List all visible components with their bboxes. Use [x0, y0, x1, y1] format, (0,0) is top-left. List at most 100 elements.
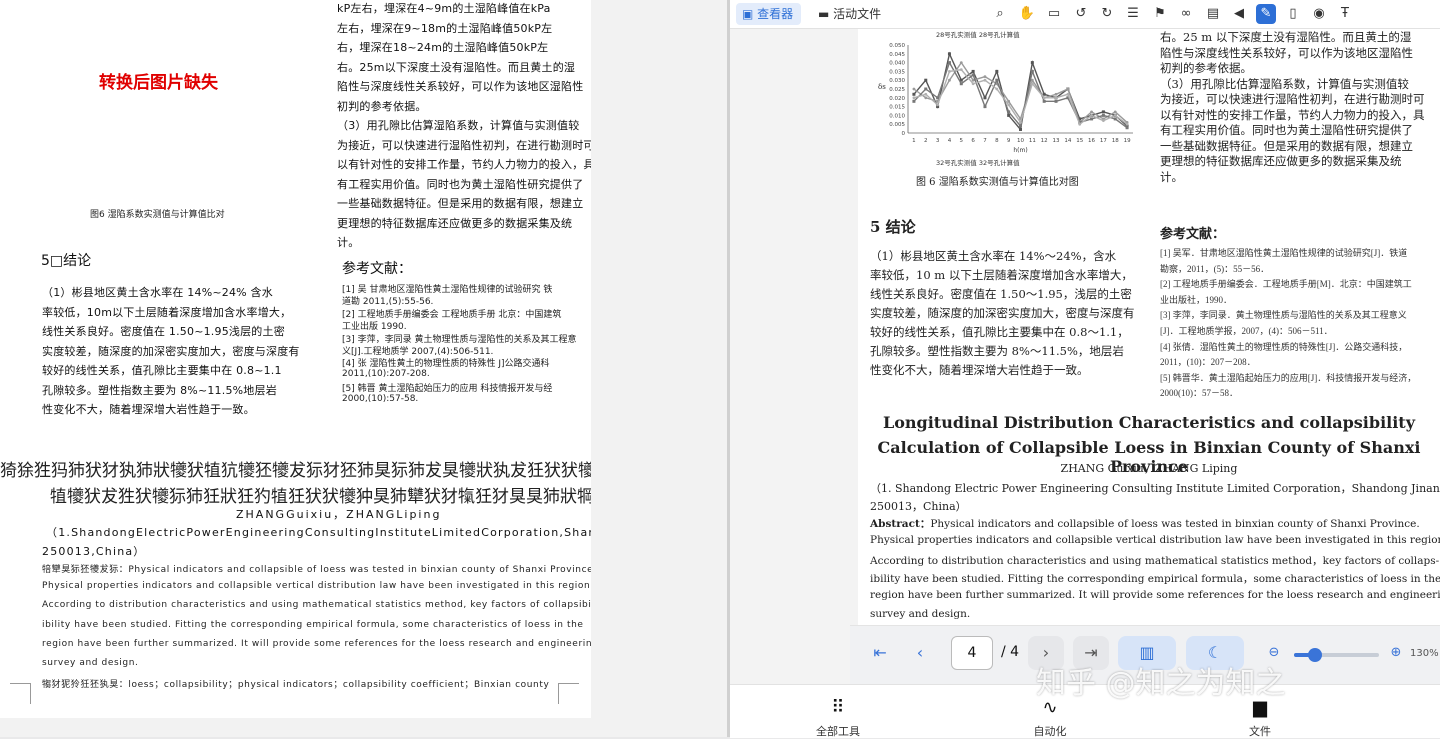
abstract-text: survey and design. — [870, 607, 971, 620]
data-point — [912, 87, 916, 91]
text-line: 性变化不大，随着埋深增大岩性趋于一致。 — [42, 403, 255, 416]
y-tick-label: 0.005 — [889, 122, 905, 128]
y-tick-label: 0.040 — [889, 61, 905, 67]
tab-active-file[interactable]: ▬ 活动文件 — [812, 3, 889, 25]
text-line: （1）彬县地区黄土含水率在 14%～24%，含水 — [870, 249, 1117, 263]
text-format-icon[interactable]: Ŧ — [1335, 4, 1355, 24]
data-point — [995, 87, 999, 91]
zoom-slider[interactable] — [1294, 648, 1379, 662]
reference-line: [4] 张倩．湿陷性黄土的物理性质的特殊性[J]．公路交通科技， — [1160, 341, 1408, 352]
list-icon[interactable]: ☰ — [1123, 4, 1143, 24]
abstract-text: Physical properties indicators and colla… — [870, 534, 1440, 547]
first-page-button[interactable]: ⇤ — [862, 636, 898, 670]
data-point — [971, 82, 975, 86]
text-line: kP左右，埋深在4~9m的土湿陷峰值在kPa — [337, 2, 551, 15]
abstract-line: ibility have been studied. Fitting the c… — [870, 571, 1440, 586]
hand-icon[interactable]: ✋ — [1017, 4, 1037, 24]
x-tick-label: 18 — [1112, 138, 1119, 144]
reference-line: [1] 吴军．甘肃地区湿陷性黄土湿陷性规律的试验研究[J]．铁道 — [1160, 248, 1408, 258]
missing-image-note: 转换后图片缺失 — [99, 73, 218, 93]
x-tick-label: 8 — [995, 138, 999, 144]
reference-line: 勘察，2011，(5)：55－56． — [1160, 263, 1270, 274]
document-edit-icon[interactable]: ▯ — [1283, 4, 1303, 24]
converted-document-pane[interactable]: 转换后图片缺失 kP左右，埋深在4~9m的土湿陷峰值在kPa 左右，埋深在9~18… — [0, 0, 727, 737]
all-tools-button[interactable]: ⠿ 全部工具 — [798, 685, 878, 739]
data-point — [959, 61, 963, 64]
pen-icon[interactable]: ✎ — [1256, 4, 1276, 24]
left-figure-caption: 图6 湿陷系数实测值与计算值比对 — [90, 210, 225, 220]
data-point — [1113, 114, 1117, 117]
reference-line: [2] 工程地质手册编委会 工程地质手册 北京：中国建筑 — [342, 309, 562, 320]
pdf-page[interactable]: 0 0.005 0.010 0.015 0.020 0.025 0.030 0.035 0.04… — [858, 29, 1440, 684]
y-tick-label: 0.025 — [889, 87, 905, 93]
data-point — [1054, 92, 1058, 96]
reference-line: [2] 工程地质手册编委会．工程地质手册[M]．北京：中国建筑工 — [1160, 279, 1412, 290]
data-point — [947, 52, 951, 56]
speaker-icon[interactable]: ◀ — [1229, 4, 1249, 24]
y-tick-label: 0.045 — [889, 52, 905, 58]
data-point — [1090, 114, 1093, 117]
folder-icon: ▬ — [818, 7, 834, 21]
reference-line: [3] 李萍，李同录．黄土物理性质与湿陷性的关系及其工程意义 — [1160, 310, 1407, 321]
zoom-slider-handle[interactable] — [1308, 648, 1323, 662]
x-tick-label: 14 — [1064, 138, 1071, 144]
search-icon[interactable]: ⌕ — [990, 4, 1010, 24]
text-line: 犃犫狊狋狉犪犮狋：Physical indicators and collaps… — [42, 565, 591, 575]
x-tick-label: 11 — [1029, 138, 1036, 144]
comment-icon[interactable]: ▤ — [1203, 4, 1223, 24]
link-icon[interactable]: ∞ — [1176, 4, 1196, 24]
text-line: 更理想的特征数据库还应做更多的数据采集及统 — [337, 216, 573, 230]
left-garbled-title-1: 猗狳狌犸犻犾犲犱犻狀犪犾犆犺犪狉犪犮狋犲狉犻狊狋犻犮狊犪狀犱犮狅犾犾犪狆狊犻犫犻… — [0, 461, 591, 481]
tab-viewer[interactable]: ▣ 查看器 — [736, 3, 802, 25]
data-point — [1054, 99, 1058, 103]
abstract-line: According to distribution characteristic… — [870, 553, 1439, 568]
x-axis-label: h(m) — [1013, 147, 1027, 154]
text-line: Physical properties indicators and colla… — [42, 581, 591, 592]
text-line: survey and design. — [42, 658, 139, 668]
rotate-left-icon[interactable]: ↺ — [1071, 4, 1091, 24]
y-axis-label: δs — [878, 83, 886, 91]
text-line: 率较低，10m以下土层随着深度增加含水率增大， — [42, 305, 292, 319]
text-line: 陷性与深度线性关系较好，可以作为该地区湿陷性 — [337, 80, 584, 93]
rotate-right-icon[interactable]: ↻ — [1097, 4, 1117, 24]
data-point — [1113, 110, 1117, 114]
viewer-figure-caption: 图 6 湿陷系数实测值与计算值比对图 — [916, 177, 1079, 188]
text-line: 实度较差，随深度的加深密实度加大，密度与深度有 — [870, 306, 1135, 320]
data-point — [936, 103, 940, 107]
abstract-text: region have been further summarized. It … — [870, 589, 1440, 602]
data-point — [1054, 96, 1058, 100]
data-point — [1007, 113, 1011, 117]
zoom-in-icon[interactable]: ⊕ — [1384, 636, 1408, 670]
text-line: 更理想的特征数据库还应做更多的数据采集及统 — [1160, 154, 1402, 168]
page-number-input[interactable]: 4 — [951, 636, 993, 670]
data-point — [948, 70, 951, 73]
eye-icon[interactable]: ◉ — [1309, 4, 1329, 24]
pdf-viewer-pane[interactable]: ▣ 查看器 ▬ 活动文件 ⌕ ✋ ▭ ↺ ↻ ☰ ⚑ ∞ ▤ ◀ ✎ ▯ ◉ Ŧ… — [730, 0, 1440, 739]
text-line: 一些基础数据特征。但是采用的数据有限，想建立 — [1160, 138, 1413, 153]
text-line: 计。 — [337, 236, 360, 249]
bookmark-icon[interactable]: ⚑ — [1150, 4, 1170, 24]
x-tick-label: 17 — [1100, 138, 1107, 144]
data-point — [983, 78, 987, 82]
y-tick-label: 0 — [902, 131, 906, 137]
reference-line: 2000(10)：57－58． — [1160, 388, 1238, 399]
ruler-icon[interactable]: ▭ — [1044, 4, 1064, 24]
data-point — [1066, 92, 1070, 96]
text-line: 孔隙较多。塑性指数主要为 8%~11.5%地层岩 — [42, 383, 277, 397]
viewer-toolbar: ▣ 查看器 ▬ 活动文件 ⌕ ✋ ▭ ↺ ↻ ☰ ⚑ ∞ ▤ ◀ ✎ ▯ ◉ Ŧ — [730, 0, 1440, 29]
x-tick-label: 9 — [1007, 138, 1011, 144]
previous-page-button[interactable]: ‹ — [902, 636, 938, 670]
text-line: 右，埋深在18~24m的土湿陷峰值50kP左 — [337, 41, 549, 54]
x-tick-label: 6 — [971, 138, 975, 144]
zoom-level: 130% — [1410, 648, 1439, 659]
converted-document-page[interactable]: 转换后图片缺失 kP左右，埋深在4~9m的土湿陷峰值在kPa 左右，埋深在9~18… — [0, 0, 591, 718]
english-affiliation-2: 250013，China） — [870, 500, 967, 513]
data-point — [1030, 69, 1034, 73]
data-point — [1101, 113, 1105, 117]
chart-bottom-legend: 32号孔实测值 32号孔计算值 — [936, 158, 1020, 167]
right-page-corner-mark — [558, 683, 579, 704]
text-line: 以有针对性的安排工作量，节约人力物力的投入，具 — [337, 158, 591, 171]
data-point — [983, 96, 987, 100]
data-point — [959, 68, 963, 72]
text-line: 率较低，10 m 以下土层随着深度增加含水率增大， — [870, 268, 1133, 282]
